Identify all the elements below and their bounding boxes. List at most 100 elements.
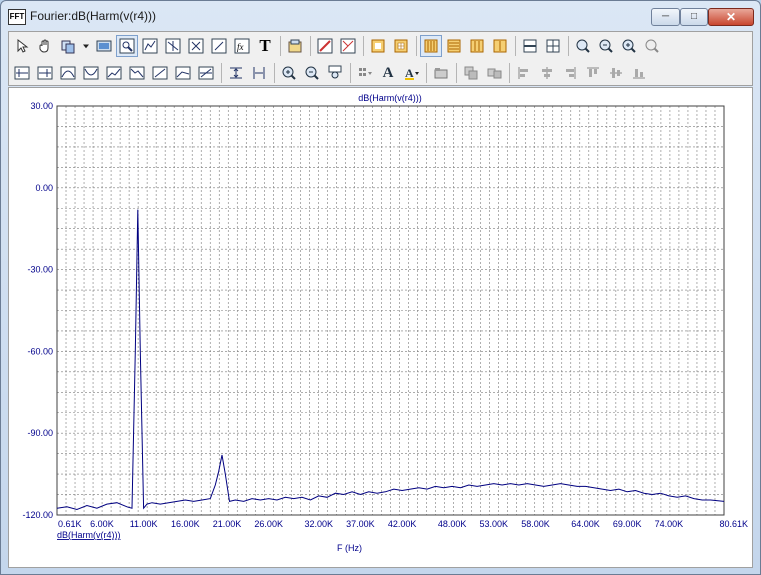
unscale-button[interactable] xyxy=(337,35,359,57)
single-pane-button[interactable] xyxy=(519,35,541,57)
toolbar-row-2: A A xyxy=(11,60,651,86)
minimize-button[interactable]: ─ xyxy=(651,8,680,26)
toolbar-row-1: fx T xyxy=(11,33,664,59)
marker-button[interactable] xyxy=(162,35,184,57)
copy-icon xyxy=(61,40,75,54)
align-center-button[interactable] xyxy=(536,62,558,84)
text-button[interactable]: T xyxy=(254,35,276,57)
pan-hand-icon xyxy=(39,39,49,53)
chart-title: dB(Harm(v(r4))) xyxy=(358,93,422,103)
scale-button[interactable] xyxy=(314,35,336,57)
tile-button[interactable] xyxy=(354,62,376,84)
x-tick-label: 69.00K xyxy=(613,519,642,529)
layout-3-button[interactable] xyxy=(466,35,488,57)
layout-1-icon xyxy=(424,39,438,53)
align-left-icon xyxy=(518,67,528,79)
separator xyxy=(509,63,510,83)
x-tick-label: 42.00K xyxy=(388,519,417,529)
separator xyxy=(416,36,417,56)
magnify-3-button[interactable] xyxy=(618,35,640,57)
copy-dropdown-button[interactable] xyxy=(80,35,92,57)
next-min-button[interactable] xyxy=(80,62,102,84)
pointer-tool-button[interactable] xyxy=(11,35,33,57)
y-axis-ticks: 30.00 0.00 -30.00 -60.00 -90.00 -120.00 xyxy=(22,101,53,520)
align-left-button[interactable] xyxy=(513,62,535,84)
magnify-1-button[interactable] xyxy=(572,35,594,57)
rise-button[interactable] xyxy=(103,62,125,84)
maximize-button[interactable]: □ xyxy=(680,8,708,26)
fft-chart[interactable]: 30.00 0.00 -30.00 -60.00 -90.00 -120.00 0.61K… xyxy=(9,88,752,567)
curve-icon xyxy=(142,38,158,54)
separator xyxy=(568,36,569,56)
title-bar[interactable]: FFT Fourier:dB(Harm(v(r4))) ─ □ ✕ xyxy=(1,1,760,31)
chart-grid xyxy=(57,106,724,515)
copy-button[interactable] xyxy=(57,35,79,57)
grid-icon xyxy=(394,39,408,53)
delta-icon xyxy=(253,67,265,79)
font-button[interactable]: A xyxy=(377,62,399,84)
zero-cross-button[interactable] xyxy=(195,62,217,84)
color-button[interactable]: A xyxy=(400,62,422,84)
separator xyxy=(456,63,457,83)
layout-1-button[interactable] xyxy=(420,35,442,57)
align-middle-button[interactable] xyxy=(605,62,627,84)
single-pane-icon xyxy=(523,39,537,53)
bring-front-button[interactable] xyxy=(430,62,452,84)
separator xyxy=(221,63,222,83)
separator xyxy=(363,36,364,56)
find-valley-button[interactable] xyxy=(34,62,56,84)
x-tick-label: 6.00K xyxy=(90,519,114,529)
formula-button[interactable]: fx xyxy=(231,35,253,57)
marker-icon xyxy=(165,38,181,54)
zoom-fit-button[interactable] xyxy=(324,62,346,84)
close-button[interactable]: ✕ xyxy=(708,8,754,26)
cursor-button[interactable] xyxy=(185,35,207,57)
fourier-window: FFT Fourier:dB(Harm(v(r4))) ─ □ ✕ fx T A… xyxy=(0,0,761,575)
magnify-1-icon xyxy=(576,39,590,53)
y-tick-label: 0.00 xyxy=(35,183,53,193)
distance-button[interactable] xyxy=(225,62,247,84)
zoom-window-button[interactable] xyxy=(116,35,138,57)
magnify-4-button[interactable] xyxy=(641,35,663,57)
magnify-2-button[interactable] xyxy=(595,35,617,57)
curve-button[interactable] xyxy=(139,35,161,57)
layout-4-button[interactable] xyxy=(489,35,511,57)
bring-front-icon xyxy=(434,68,448,79)
y-tick-label: -90.00 xyxy=(27,428,53,438)
inflection-icon xyxy=(175,66,191,80)
plot-frame: 30.00 0.00 -30.00 -60.00 -90.00 -120.00 0.61K… xyxy=(8,87,753,568)
maximize-icon: □ xyxy=(690,11,698,22)
align-right-button[interactable] xyxy=(559,62,581,84)
pan-tool-button[interactable] xyxy=(34,35,56,57)
x-tick-label: 32.00K xyxy=(304,519,333,529)
ungroup-button[interactable] xyxy=(483,62,505,84)
next-max-button[interactable] xyxy=(57,62,79,84)
x-tick-label: 11.00K xyxy=(130,519,158,529)
toolbar-area: fx T A A xyxy=(8,31,753,86)
text-icon: T xyxy=(259,36,271,55)
border-button[interactable] xyxy=(367,35,389,57)
delta-button[interactable] xyxy=(248,62,270,84)
slope-icon xyxy=(152,66,168,80)
legend-entry[interactable]: dB(Harm(v(r4))) xyxy=(57,530,121,540)
zero-cross-icon xyxy=(198,66,214,80)
group-button[interactable] xyxy=(460,62,482,84)
zoom-in-button[interactable] xyxy=(278,62,300,84)
function-button[interactable] xyxy=(208,35,230,57)
inflection-button[interactable] xyxy=(172,62,194,84)
align-bottom-button[interactable] xyxy=(628,62,650,84)
multi-pane-button[interactable] xyxy=(542,35,564,57)
fall-button[interactable] xyxy=(126,62,148,84)
find-peak-button[interactable] xyxy=(11,62,33,84)
slope-button[interactable] xyxy=(149,62,171,84)
layout-2-button[interactable] xyxy=(443,35,465,57)
image-button[interactable] xyxy=(93,35,115,57)
zoom-out-button[interactable] xyxy=(301,62,323,84)
align-2-icon xyxy=(487,68,502,79)
dropdown-arrow-icon xyxy=(83,44,89,49)
layout-2-icon xyxy=(447,39,461,53)
separator xyxy=(274,63,275,83)
grid-button[interactable] xyxy=(390,35,412,57)
align-top-button[interactable] xyxy=(582,62,604,84)
properties-button[interactable] xyxy=(284,35,306,57)
